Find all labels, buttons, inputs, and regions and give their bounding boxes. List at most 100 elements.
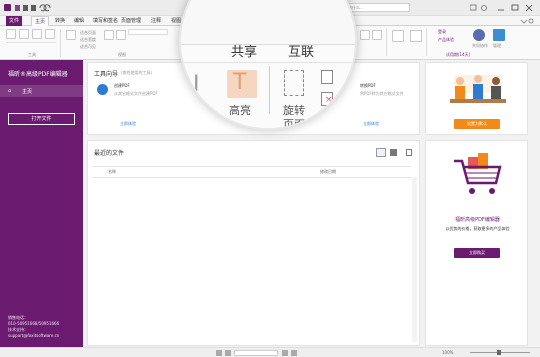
window-controls [470, 4, 533, 12]
tab-fill-sign[interactable]: 填写和签名 [90, 16, 121, 26]
sidebar-item-home[interactable]: ⌂ 主页 [0, 85, 83, 97]
home-icon: ⌂ [8, 88, 12, 94]
next-page-icon[interactable] [282, 350, 288, 356]
trash-icon[interactable] [406, 149, 412, 156]
ocr-icon[interactable] [392, 30, 404, 42]
prev-page-icon[interactable] [225, 350, 231, 356]
buy-now-button[interactable]: 立即购买 [454, 248, 500, 258]
lens-separator [269, 66, 270, 114]
tab-edit[interactable]: 编辑 [71, 16, 87, 26]
fit-visible-label[interactable]: 适合可见 [80, 44, 96, 50]
tab-convert[interactable]: 转换 [52, 16, 68, 26]
login-label[interactable]: 登录 [438, 29, 446, 35]
collaborate-label[interactable]: 共同协作 [471, 43, 489, 48]
page-number-input[interactable] [234, 350, 278, 356]
open-icon[interactable] [15, 5, 20, 11]
fit-width-label[interactable]: 适合宽度 [80, 37, 96, 43]
bookmark-icon[interactable] [372, 30, 382, 40]
grid-view-icon[interactable] [390, 149, 397, 156]
team-illustration [450, 75, 506, 103]
sidebar-item-label: 主页 [22, 89, 33, 95]
highlight-label[interactable]: 高亮 [229, 102, 251, 118]
contact-line: support@foxitsoftware.cn [8, 333, 60, 338]
app-logo-icon [4, 4, 11, 11]
ribbon-divider [6, 42, 56, 43]
redo-icon[interactable] [43, 4, 51, 12]
scrollbar[interactable] [412, 177, 417, 342]
rotate-label-2[interactable]: 页面 [283, 116, 305, 128]
delete-page-icon[interactable]: × [321, 92, 333, 106]
collapse-ribbon-icon[interactable] [520, 19, 528, 24]
ribbon-separator [60, 29, 61, 57]
lens-divider [181, 44, 355, 45]
manage-label[interactable]: 管理 [493, 43, 501, 49]
first-page-icon[interactable] [216, 350, 222, 356]
zoom-slider-thumb[interactable] [497, 350, 501, 355]
highlight-glyph: T [233, 70, 247, 95]
create-pdf-title[interactable]: 创建PDF [114, 83, 130, 89]
product-logo: 福昕®高级PDF编辑器 [8, 71, 68, 78]
highlight-icon[interactable]: T [227, 70, 257, 98]
col-header-modified[interactable]: 修改日期 [320, 169, 336, 175]
manage-icon[interactable] [493, 29, 505, 41]
hand-tool-icon[interactable] [6, 29, 16, 39]
recent-files-title: 最近的文件 [94, 150, 125, 157]
lens-text-tool-icon[interactable]: I [193, 72, 200, 97]
tab-home[interactable]: 主页 [31, 16, 50, 26]
fit-page-label[interactable]: 适合页面 [80, 30, 96, 36]
col-header-name[interactable]: 名称 [108, 169, 116, 175]
save-icon[interactable] [23, 5, 28, 11]
zoom-combo[interactable] [128, 29, 168, 35]
open-file-button[interactable]: 打开文件 [8, 113, 75, 125]
promo-default-card: 设置为默认 [425, 62, 528, 135]
tool-guide-title: 工具向导 [94, 71, 119, 78]
snapshot-icon[interactable] [32, 29, 42, 39]
print-icon[interactable] [31, 5, 36, 11]
tab-file[interactable]: 文件 [6, 16, 23, 26]
tab-comment[interactable]: 注释 [148, 16, 164, 26]
lens-tab-connect[interactable]: 互联 [288, 41, 314, 60]
select-tool-icon[interactable] [19, 29, 29, 39]
table-divider [93, 177, 411, 178]
create-pdf-link[interactable]: 立即体验 [120, 121, 136, 127]
lens-tab-share[interactable]: 共享 [231, 41, 257, 60]
convert-pdf-link[interactable]: 立即体验 [363, 121, 379, 127]
list-view-icon[interactable] [376, 148, 386, 157]
status-bar: 100% [0, 347, 540, 357]
set-default-button[interactable]: 设置为默认 [454, 119, 500, 129]
table-divider [93, 166, 411, 167]
link-icon[interactable] [360, 30, 370, 40]
maximize-icon[interactable] [511, 4, 519, 11]
left-sidebar: 福昕®高级PDF编辑器 ⌂ 主页 打开文件 销售电话： 010-50951668… [0, 60, 83, 357]
trial-label: 试用期(14天) [446, 52, 471, 57]
promo-buy-card: 福昕高级PDF编辑器 以优势的价格，获取更多的产品体验 立即购买 [425, 140, 528, 346]
app-window: ⌕ 告诉我您想要做什么... 文件 主页 转换 编辑 填写和签名 页面管理 注释… [0, 0, 540, 357]
zoom-level[interactable]: 100% [442, 350, 453, 355]
tab-organize[interactable]: 页面管理 [118, 16, 144, 26]
product-experience-label[interactable]: 产品体验 [438, 37, 454, 43]
compress-icon[interactable] [410, 30, 422, 42]
contact-info: 销售电话： 010-50951668/50951666 技术支持： suppor… [8, 315, 59, 339]
rotate-page-icon[interactable] [284, 70, 304, 96]
clipboard-icon[interactable] [45, 29, 55, 39]
ribbon-separator [386, 28, 387, 56]
magnifier-lens: 共享 互联 I T 高亮 旋转 页面 × [179, 0, 357, 130]
recent-files-card: 最近的文件 名称 修改日期 [87, 140, 420, 346]
reflow-icon[interactable] [104, 30, 114, 40]
lens-divider [181, 62, 355, 63]
user-icon[interactable] [481, 5, 487, 11]
promo-desc: 以优势的价格，获取更多的产品体验 [445, 226, 510, 231]
ribbon-separator [426, 28, 427, 56]
shopping-cart-icon [454, 153, 502, 194]
close-icon[interactable] [525, 4, 533, 12]
convert-pdf-title[interactable]: 转换PDF [360, 83, 376, 89]
insert-page-icon[interactable] [321, 70, 333, 84]
collaborate-icon[interactable] [473, 29, 485, 41]
rotate-view-icon[interactable] [116, 30, 126, 40]
layout-icon[interactable] [470, 4, 477, 11]
quick-access-toolbar [15, 4, 51, 12]
zoom-icon[interactable] [66, 30, 76, 40]
last-page-icon[interactable] [291, 350, 297, 356]
ribbon-options [520, 18, 534, 24]
settings-icon[interactable] [528, 18, 534, 24]
